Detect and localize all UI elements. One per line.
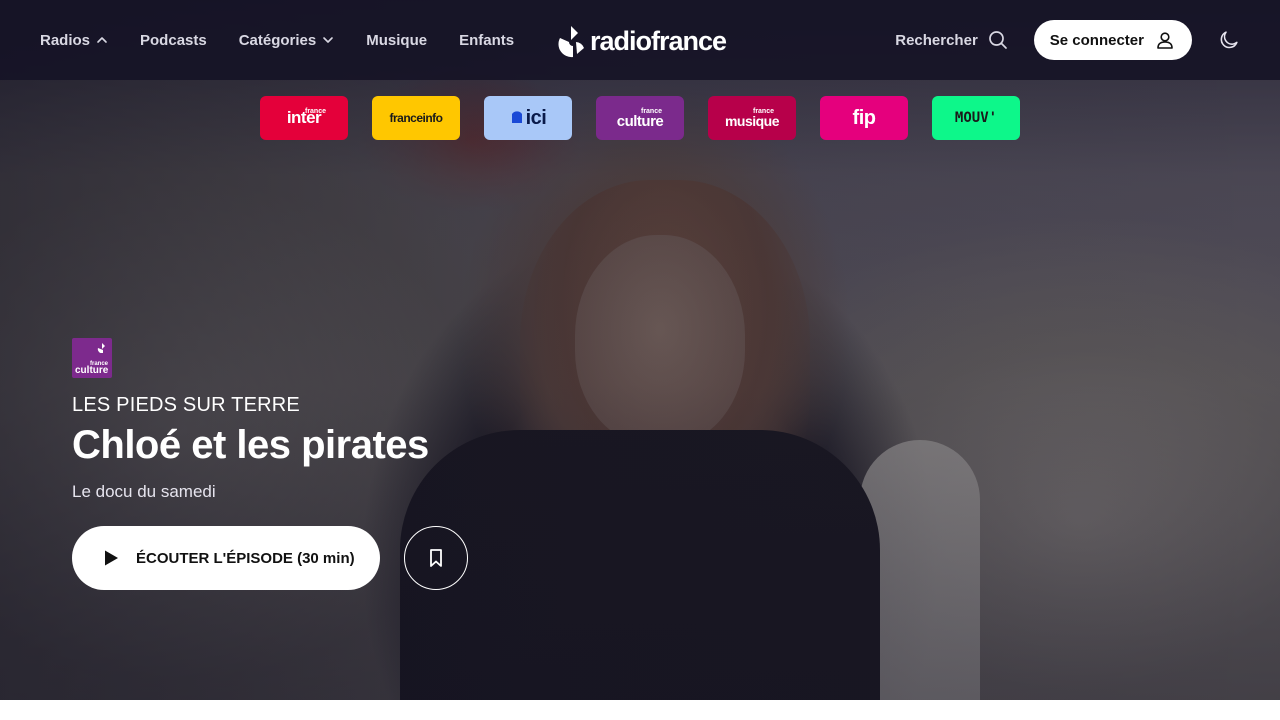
station-tile-small: france xyxy=(640,108,662,115)
episode-subtitle: Le docu du samedi xyxy=(72,482,216,501)
user-icon xyxy=(1157,32,1173,49)
station-tile-franceinfo[interactable]: franceinfo xyxy=(372,96,460,140)
play-icon xyxy=(105,550,118,566)
nav-music[interactable]: Musique xyxy=(366,32,427,49)
bookmark-button[interactable] xyxy=(403,526,468,590)
nav-radios-label: Radios xyxy=(40,31,91,49)
station-tile-ici[interactable]: ici xyxy=(484,96,572,140)
nav-kids[interactable]: Enfants xyxy=(459,32,514,49)
station-tile-label: MOUV' xyxy=(954,110,998,126)
radiofrance-logo[interactable]: radiofrance xyxy=(556,24,727,58)
nav-categories[interactable]: Catégories xyxy=(239,32,335,49)
chevron-down-icon xyxy=(323,37,334,43)
station-list: france inter franceinfo ici france cultu… xyxy=(260,96,1020,140)
search-button[interactable]: Rechercher xyxy=(895,30,1008,50)
episode-title[interactable]: Chloé et les pirates xyxy=(72,423,672,468)
login-button[interactable]: Se connecter xyxy=(1033,20,1192,60)
radiofrance-logo-icon xyxy=(558,26,584,58)
station-tile-label: ici xyxy=(525,106,547,129)
nav-kids-label: Enfants xyxy=(459,31,515,49)
station-badge-culture[interactable]: france culture xyxy=(72,338,112,378)
header-actions: Rechercher Se connecter xyxy=(895,0,1240,80)
search-icon xyxy=(988,31,1007,49)
chevron-up-icon xyxy=(97,37,107,43)
nav-music-label: Musique xyxy=(366,31,428,49)
featured-episode: france culture LES PIEDS SUR TERRE Chloé… xyxy=(72,338,672,590)
bookmark-icon xyxy=(429,549,442,567)
station-tile-label: fip xyxy=(852,106,876,129)
station-tile-culture[interactable]: france culture xyxy=(596,96,684,140)
search-label: Rechercher xyxy=(895,31,978,49)
station-tile-small: france xyxy=(752,108,774,115)
nav-podcasts[interactable]: Podcasts xyxy=(140,32,207,49)
listen-episode-button[interactable]: ÉCOUTER L'ÉPISODE (30 min) xyxy=(72,526,380,590)
login-label: Se connecter xyxy=(1049,31,1144,49)
show-name[interactable]: LES PIEDS SUR TERRE xyxy=(72,394,672,417)
station-tile-mouv[interactable]: MOUV' xyxy=(932,96,1020,140)
main-nav: Radios Podcasts Catégories Musique Enfan… xyxy=(40,0,546,80)
ici-logo-icon xyxy=(511,111,522,123)
station-tile-fip[interactable]: fip xyxy=(820,96,908,140)
station-badge-word: culture xyxy=(75,365,109,376)
station-tile-inter[interactable]: france inter xyxy=(260,96,348,140)
station-tile-small: france xyxy=(304,108,326,115)
radiofrance-mark-icon xyxy=(97,343,105,353)
radiofrance-logo-text: radiofrance xyxy=(590,25,727,56)
site-header: Radios Podcasts Catégories Musique Enfan… xyxy=(0,0,1280,80)
nav-podcasts-label: Podcasts xyxy=(140,31,207,49)
station-tile-label: franceinfo xyxy=(389,111,443,125)
nav-radios[interactable]: Radios xyxy=(40,32,108,49)
station-tile-label: musique xyxy=(724,113,780,129)
station-tile-musique[interactable]: france musique xyxy=(708,96,796,140)
moon-icon[interactable] xyxy=(1218,29,1240,51)
nav-categories-label: Catégories xyxy=(238,31,317,49)
episode-actions: ÉCOUTER L'ÉPISODE (30 min) xyxy=(72,526,672,590)
station-tile-label: culture xyxy=(616,112,664,130)
listen-episode-label: ÉCOUTER L'ÉPISODE (30 min) xyxy=(136,549,355,567)
